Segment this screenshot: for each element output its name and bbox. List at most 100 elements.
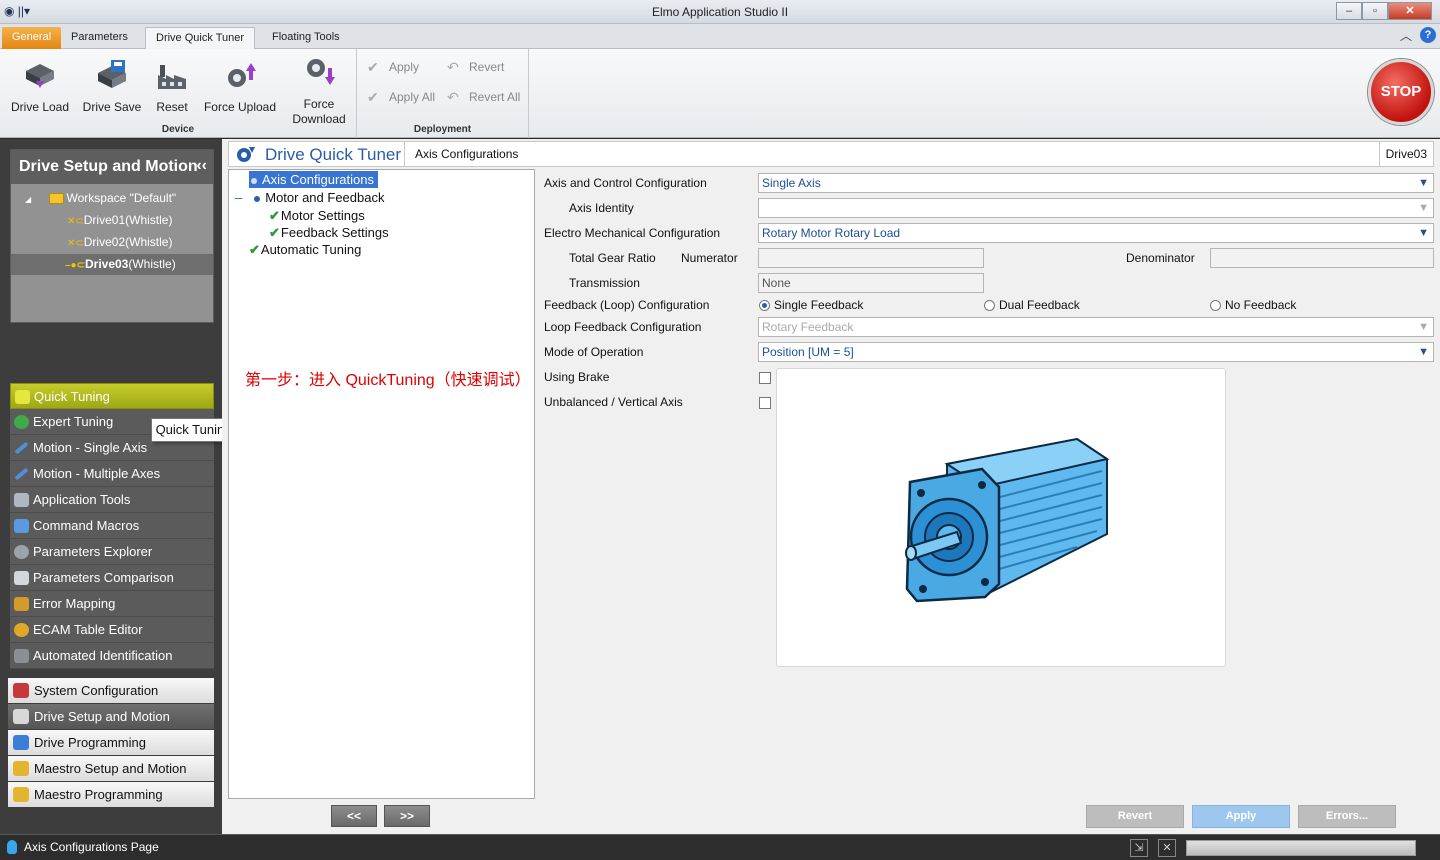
transmission-input[interactable]: None [758, 273, 984, 293]
undock-icon[interactable]: ⇲ [1130, 839, 1148, 857]
apply-button[interactable]: Apply [1192, 805, 1290, 828]
error-map-icon [14, 597, 29, 611]
section-drive-setup-and-motion[interactable]: Drive Setup and Motion [8, 704, 214, 729]
nav-command-macros[interactable]: Command Macros [10, 513, 214, 539]
apply-all-ribbon-button[interactable]: ✔ Apply All [367, 90, 435, 104]
tree-item-feedback-settings[interactable]: ✔Feedback Settings [269, 224, 389, 241]
axis-control-select[interactable]: Single Axis ▼ [758, 173, 1434, 193]
drive-setup-icon [13, 709, 29, 724]
tree-item-motor-and-feedback[interactable]: – Motor and Feedback [235, 189, 384, 206]
revert-ribbon-button[interactable]: ↶ Revert [447, 60, 504, 74]
drive-item-drive02[interactable]: ✕⊂Drive02(Whistle) [11, 232, 213, 253]
tools-icon [14, 493, 29, 507]
rotary-motor-icon [905, 437, 1110, 603]
collapse-icon[interactable]: – [235, 190, 242, 205]
apply-ribbon-button[interactable]: ✔ Apply [367, 60, 419, 74]
using-brake-label: Using Brake [544, 370, 610, 384]
left-navigation: Drive Setup and Motion ‹‹ ◢ Workspace "D… [0, 139, 222, 834]
collapse-sidebar-icon[interactable]: ‹‹ [196, 157, 207, 175]
section-drive-programming[interactable]: Drive Programming [8, 730, 214, 755]
drive-item-drive01[interactable]: ✕⊂Drive01(Whistle) [11, 210, 213, 231]
single-feedback-radio[interactable]: Single Feedback [759, 298, 863, 312]
drive-save-button[interactable]: Drive Save [80, 57, 144, 114]
tree-item-axis-configurations[interactable]: Axis Configurations [249, 171, 378, 188]
unbalanced-axis-label: Unbalanced / Vertical Axis [544, 395, 683, 409]
checkmark-icon: ✔ [269, 225, 280, 240]
nav-automated-identification[interactable]: Automated Identification [10, 643, 214, 669]
tree-item-automatic-tuning[interactable]: ✔Automatic Tuning [249, 241, 361, 258]
breadcrumb: Axis Configurations [404, 142, 518, 166]
numerator-label: Numerator [681, 251, 738, 265]
reset-button[interactable]: Reset [148, 57, 196, 114]
double-check-icon: ✔ [367, 89, 379, 105]
tab-drive-quick-tuner[interactable]: Drive Quick Tuner [145, 27, 256, 49]
system-config-icon [13, 683, 29, 698]
nav-parameters-explorer[interactable]: Parameters Explorer [10, 539, 214, 565]
numerator-input[interactable] [758, 248, 984, 268]
factory-icon [158, 65, 186, 89]
drive-save-icon [98, 60, 126, 88]
drive-quick-tuner-icon [237, 147, 255, 162]
loop-feedback-select[interactable]: Rotary Feedback ▼ [758, 317, 1434, 337]
total-gear-ratio-label: Total Gear Ratio [569, 251, 656, 265]
section-list: System Configuration Drive Setup and Mot… [8, 678, 214, 808]
tab-general[interactable]: General [2, 27, 62, 49]
gears-icon [14, 545, 29, 559]
deployment-group: ✔ Apply ✔ Apply All ↶ Revert ↶ Revert All De… [357, 49, 529, 138]
main-area: Drive Quick Tuner Axis Configurations Dr… [222, 139, 1440, 834]
next-page-button[interactable]: >> [384, 805, 430, 827]
errors-button[interactable]: Errors... [1298, 805, 1396, 828]
nav-quick-tuning[interactable]: Quick Tuning [10, 383, 214, 409]
workspace-item[interactable]: ◢ Workspace "Default" [11, 188, 213, 209]
collapse-ribbon-icon[interactable]: ︿ [1400, 27, 1412, 44]
motion-curve-icon [14, 441, 29, 455]
drive-item-drive03[interactable]: –●⊂Drive03(Whistle) [11, 254, 213, 275]
nav-parameters-comparison[interactable]: Parameters Comparison [10, 565, 214, 591]
revert-all-ribbon-button[interactable]: ↶ Revert All [447, 90, 520, 104]
nav-motion-multiple-axes[interactable]: Motion - Multiple Axes [10, 461, 214, 487]
force-upload-button[interactable]: Force Upload [203, 57, 277, 114]
drive-programming-icon [13, 735, 29, 750]
previous-page-button[interactable]: << [331, 805, 377, 827]
revert-button[interactable]: Revert [1086, 805, 1184, 828]
maestro-programming-icon [13, 787, 29, 802]
chevron-down-icon: ▼ [1418, 321, 1429, 333]
maestro-setup-icon [13, 761, 29, 776]
chevron-down-icon: ▼ [1418, 202, 1429, 214]
force-download-button[interactable]: Force Download [285, 54, 353, 127]
nav-ecam-table-editor[interactable]: ECAM Table Editor [10, 617, 214, 643]
drive-disconnected-icon: ✕⊂ [67, 238, 84, 249]
nav-error-mapping[interactable]: Error Mapping [10, 591, 214, 617]
minimize-button[interactable]: – [1336, 2, 1362, 20]
tab-floating-tools[interactable]: Floating Tools [262, 27, 350, 49]
electro-mechanical-select[interactable]: Rotary Motor Rotary Load ▼ [758, 223, 1434, 243]
chevron-down-icon: ▼ [1418, 227, 1429, 239]
close-panel-icon[interactable]: ✕ [1158, 839, 1176, 857]
expand-arrow-icon[interactable]: ◢ [25, 195, 31, 204]
section-system-configuration[interactable]: System Configuration [8, 678, 214, 703]
using-brake-checkbox[interactable] [759, 372, 771, 384]
maximize-button[interactable]: ▫ [1362, 2, 1388, 20]
tab-parameters[interactable]: Parameters [61, 27, 138, 49]
device-group: Drive Load Drive Save Reset Force Upload… [0, 49, 357, 138]
axis-identity-select[interactable]: ▼ [758, 198, 1434, 218]
section-maestro-programming[interactable]: Maestro Programming [8, 782, 214, 807]
close-button[interactable]: ✕ [1388, 2, 1432, 20]
help-icon[interactable]: ? [1420, 27, 1436, 43]
axis-control-label: Axis and Control Configuration [544, 176, 707, 190]
drive-load-button[interactable]: Drive Load [8, 57, 72, 114]
status-bar: Axis Configurations Page ⇲ ✕ [0, 834, 1440, 860]
nav-application-tools[interactable]: Application Tools [10, 487, 214, 513]
section-maestro-setup-and-motion[interactable]: Maestro Setup and Motion [8, 756, 214, 781]
mode-of-operation-select[interactable]: Position [UM = 5] ▼ [758, 342, 1434, 362]
no-feedback-radio[interactable]: No Feedback [1210, 298, 1296, 312]
tree-item-motor-settings[interactable]: ✔Motor Settings [269, 207, 365, 224]
checkmark-icon: ✔ [269, 208, 280, 223]
feedback-loop-label: Feedback (Loop) Configuration [544, 298, 710, 312]
denominator-input[interactable] [1210, 248, 1434, 268]
dual-feedback-radio[interactable]: Dual Feedback [984, 298, 1080, 312]
unbalanced-axis-checkbox[interactable] [759, 397, 771, 409]
stop-button[interactable]: STOP [1368, 59, 1434, 125]
workspace-folder-icon [48, 193, 64, 205]
macro-icon [14, 519, 29, 533]
